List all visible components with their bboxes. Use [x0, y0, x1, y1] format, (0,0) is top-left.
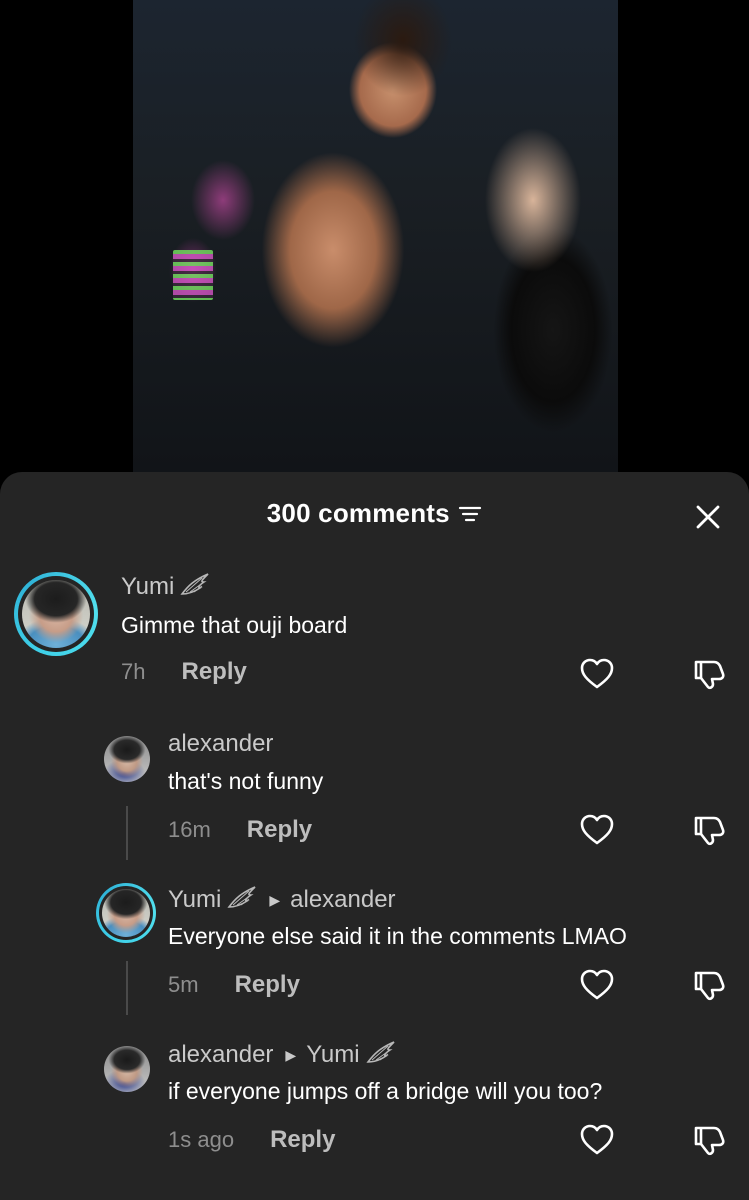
- reply-item: alexander that's not funny 16m Reply: [0, 726, 749, 876]
- wing-icon: [180, 572, 210, 603]
- close-icon: [696, 505, 720, 529]
- comment-text: if everyone jumps off a bridge will you …: [168, 1078, 603, 1104]
- reply-item: Yumi ▶ alexander Everyone else said it in…: [0, 881, 749, 1031]
- dislike-icon[interactable]: [692, 1124, 726, 1156]
- comment-text: Gimme that ouji board: [121, 612, 348, 638]
- avatar[interactable]: [14, 572, 98, 656]
- avatar[interactable]: [104, 1046, 150, 1092]
- username-text: alexander: [168, 1041, 274, 1068]
- comment-count: 300 comments: [266, 498, 450, 528]
- video-player[interactable]: [0, 0, 749, 480]
- comments-header: 300 comments: [0, 498, 749, 538]
- video-frame: [133, 0, 618, 472]
- comment-meta: 16m Reply: [168, 816, 312, 844]
- comment-text: Everyone else said it in the comments LM…: [168, 923, 627, 949]
- comment-username[interactable]: Yumi ▶ alexander: [168, 885, 396, 916]
- username-text: Yumi: [121, 573, 175, 600]
- comment-username[interactable]: Yumi: [121, 572, 210, 603]
- dislike-icon[interactable]: [692, 814, 726, 846]
- username-text: alexander: [168, 730, 274, 757]
- reply-to-username[interactable]: Yumi: [306, 1041, 359, 1068]
- comment-meta: 5m Reply: [168, 971, 300, 999]
- wing-icon: [365, 1040, 396, 1071]
- comment-time: 5m: [168, 972, 199, 997]
- heart-icon[interactable]: [580, 1124, 614, 1156]
- reply-to-username[interactable]: alexander: [290, 886, 395, 913]
- comment-meta: 7h Reply: [121, 658, 247, 686]
- reply-button[interactable]: Reply: [181, 658, 246, 685]
- heart-icon[interactable]: [580, 814, 614, 846]
- close-button[interactable]: [691, 500, 725, 534]
- wing-icon: [227, 885, 257, 916]
- dislike-icon[interactable]: [692, 658, 726, 690]
- reply-button[interactable]: Reply: [247, 816, 312, 843]
- filter-icon[interactable]: [458, 504, 482, 524]
- reply-button[interactable]: Reply: [235, 971, 300, 998]
- reply-arrow-icon: ▶: [269, 892, 281, 908]
- comment-time: 16m: [168, 817, 211, 842]
- reply-arrow-icon: ▶: [285, 1047, 297, 1063]
- avatar[interactable]: [104, 736, 150, 782]
- dislike-icon[interactable]: [692, 969, 726, 1001]
- comment-item: Yumi Gimme that ouji board 7h Reply: [0, 568, 749, 698]
- comments-sheet: 300 comments Yumi Gimme that ouji board …: [0, 472, 749, 1200]
- reply-item: alexander ▶ Yumi if everyone jumps off a b…: [0, 1036, 749, 1186]
- thread-line: [126, 806, 128, 860]
- heart-icon[interactable]: [580, 658, 614, 690]
- video-content: [173, 250, 213, 300]
- comment-meta: 1s ago Reply: [168, 1126, 335, 1154]
- avatar[interactable]: [96, 883, 156, 943]
- comment-time: 1s ago: [168, 1127, 235, 1152]
- comment-time: 7h: [121, 659, 146, 684]
- comment-username[interactable]: alexander: [168, 730, 273, 758]
- page: 300 comments Yumi Gimme that ouji board …: [0, 0, 749, 1200]
- comment-text: that's not funny: [168, 768, 324, 794]
- reply-button[interactable]: Reply: [270, 1126, 335, 1153]
- username-text: Yumi: [168, 886, 222, 913]
- thread-line: [126, 961, 128, 1015]
- heart-icon[interactable]: [580, 969, 614, 1001]
- comment-username[interactable]: alexander ▶ Yumi: [168, 1040, 396, 1071]
